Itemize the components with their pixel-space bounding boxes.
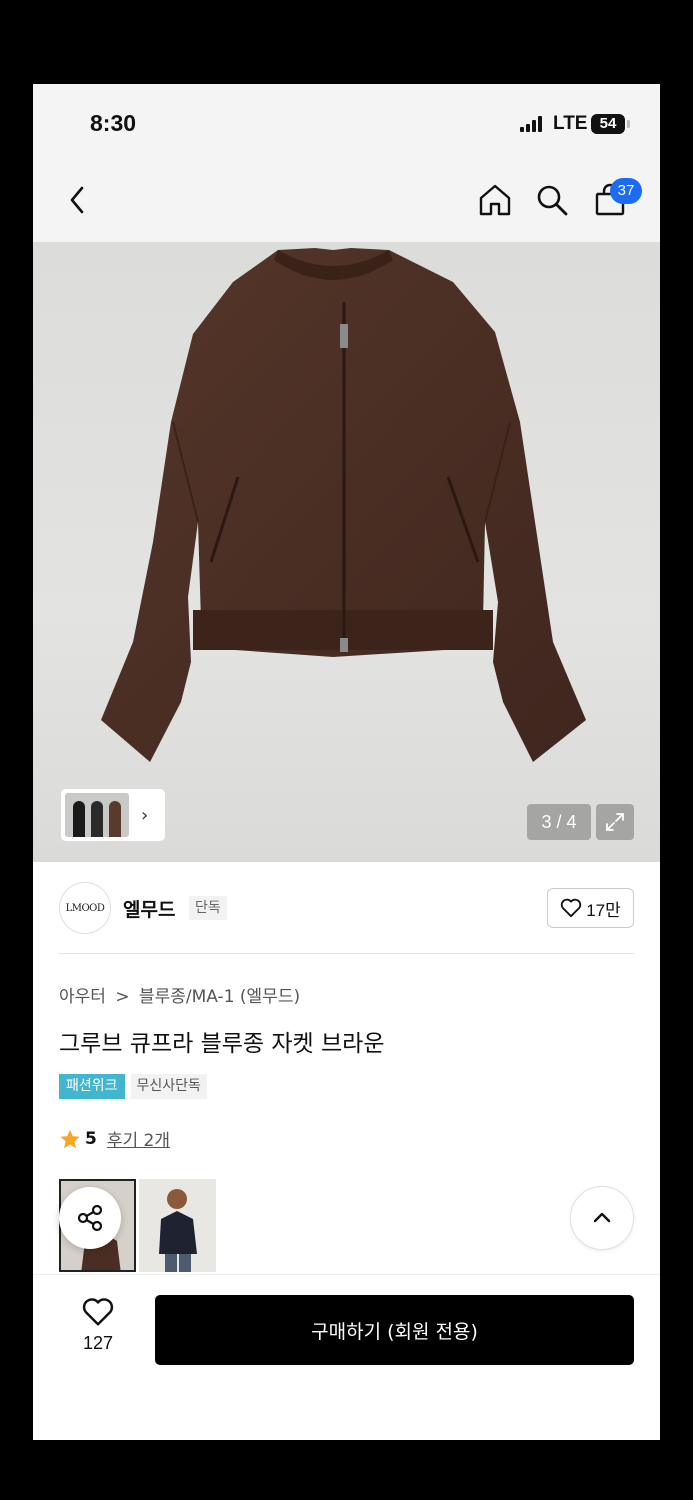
product-tags: 패션위크 무신사단독	[59, 1074, 207, 1099]
gallery-thumbnail[interactable]	[65, 793, 129, 837]
home-icon	[479, 184, 511, 216]
star-icon	[60, 1129, 80, 1148]
review-photo[interactable]	[139, 1179, 216, 1272]
breadcrumb-category[interactable]: 아우터	[59, 987, 106, 1007]
wishlist-count: 127	[82, 1333, 114, 1353]
brand-exclusive-tag: 단독	[189, 896, 227, 920]
product-title: 그루브 큐프라 블루종 자켓 브라운	[59, 1031, 385, 1057]
share-icon	[77, 1204, 103, 1232]
review-photo-image	[139, 1179, 216, 1272]
status-time: 8:30	[90, 110, 137, 136]
breadcrumb-subcategory[interactable]: 블루종/MA-1 (엘무드)	[139, 987, 300, 1007]
heart-icon	[82, 1298, 114, 1326]
tag-fashion-week: 패션위크	[59, 1074, 125, 1099]
rating-score: 5	[85, 1128, 97, 1149]
wishlist-button[interactable]: 127	[69, 1297, 127, 1354]
chevron-right-icon: ›	[141, 804, 149, 826]
product-image-gallery[interactable]: › 3 / 4	[33, 242, 660, 862]
scroll-to-top-button[interactable]	[570, 1186, 634, 1250]
buy-button[interactable]: 구매하기 (회원 전용)	[155, 1295, 634, 1365]
battery-icon: 54	[591, 114, 625, 134]
tag-musinsa-exclusive: 무신사단독	[130, 1074, 207, 1099]
heart-icon	[561, 898, 582, 918]
rating-row: 5 후기 2개	[59, 1126, 170, 1151]
reviews-link[interactable]: 후기 2개	[107, 1126, 170, 1151]
expand-button[interactable]	[596, 804, 634, 840]
top-navigation	[33, 164, 660, 242]
signal-icon	[520, 116, 544, 132]
battery-tip	[627, 120, 630, 128]
app-screen: 8:30 LTE 54 37 › 3 / 4 LMOOD 엘무드 단독 17만 …	[33, 84, 660, 1440]
gallery-thumbnail-strip[interactable]: ›	[60, 788, 166, 842]
status-bar: 8:30 LTE 54	[33, 84, 660, 164]
jacket-image	[101, 248, 586, 762]
brand-name[interactable]: 엘무드	[123, 895, 175, 922]
image-counter: 3 / 4	[527, 804, 591, 840]
chevron-up-icon	[593, 1212, 611, 1223]
share-button[interactable]	[59, 1187, 121, 1249]
cart-count-badge: 37	[610, 178, 642, 204]
purchase-bar: 127 구매하기 (회원 전용)	[33, 1274, 660, 1440]
brand-logo[interactable]: LMOOD	[59, 882, 111, 934]
search-icon	[537, 185, 568, 216]
expand-icon	[606, 813, 624, 831]
breadcrumb-separator: >	[115, 987, 130, 1007]
search-button[interactable]	[532, 180, 572, 220]
brand-like-button[interactable]: 17만	[547, 888, 634, 928]
divider	[59, 953, 634, 954]
back-button[interactable]	[58, 180, 98, 220]
brand-like-count: 17만	[586, 900, 621, 920]
breadcrumb: 아우터 > 블루종/MA-1 (엘무드)	[59, 982, 300, 1007]
chevron-left-icon	[70, 186, 84, 214]
home-button[interactable]	[475, 180, 515, 220]
brand-row: LMOOD 엘무드 단독 17만	[33, 862, 660, 954]
network-label: LTE	[553, 113, 588, 134]
